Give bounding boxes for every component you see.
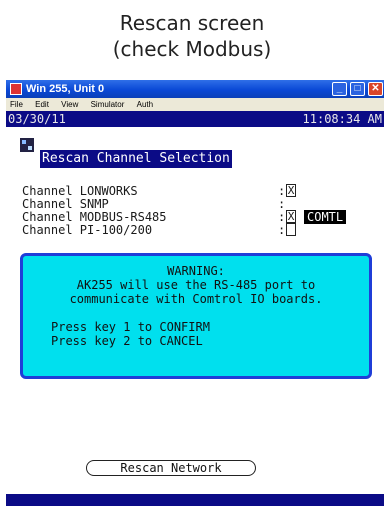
channel-checkbox[interactable]: X [286, 210, 296, 223]
channel-row-snmp: Channel SNMP : [22, 197, 362, 211]
channel-row-pi: Channel PI-100/200 : [22, 223, 362, 237]
confirm-instruction: Press key 1 to CONFIRM [51, 320, 210, 334]
warning-text-line1: AK255 will use the RS-485 port to [76, 278, 316, 292]
cancel-instruction: Press key 2 to CANCEL [51, 334, 203, 348]
warning-title: WARNING: [167, 264, 225, 278]
app-icon [10, 83, 22, 95]
menu-simulator[interactable]: Simulator [91, 98, 125, 111]
close-icon[interactable]: ✕ [368, 82, 383, 96]
network-icon [20, 138, 34, 152]
warning-text-line2: communicate with Comtrol IO boards. [69, 292, 323, 306]
title-bar[interactable]: Win 255, Unit 0 _ □ ✕ [6, 80, 384, 98]
menu-edit[interactable]: Edit [35, 98, 49, 111]
separator: : [278, 197, 286, 211]
menu-file[interactable]: File [10, 98, 23, 111]
channel-checkbox[interactable] [286, 223, 296, 236]
protocol-field[interactable]: COMTL [304, 210, 347, 224]
maximize-icon[interactable]: □ [350, 82, 365, 96]
status-bar [6, 494, 384, 506]
separator: : [278, 223, 286, 237]
caption-title: Rescan screen [119, 11, 265, 35]
time-display: 11:08:34 AM [302, 112, 382, 126]
warning-dialog: WARNING: AK255 will use the RS-485 port … [20, 253, 372, 379]
caption-subtitle: (check Modbus) [112, 37, 272, 61]
window-title: Win 255, Unit 0 [26, 83, 105, 95]
menu-bar: File Edit View Simulator Auth [6, 98, 384, 111]
channel-label: Channel MODBUS-RS485 [22, 210, 167, 224]
menu-view[interactable]: View [61, 98, 78, 111]
page-title: Rescan Channel Selection [40, 150, 232, 168]
channel-label: Channel LONWORKS [22, 184, 138, 198]
channel-label: Channel SNMP [22, 197, 109, 211]
separator: : [278, 210, 286, 224]
app-window: Win 255, Unit 0 _ □ ✕ File Edit View Sim… [6, 80, 384, 506]
channel-row-lonworks: Channel LONWORKS : X [22, 184, 362, 198]
minimize-icon[interactable]: _ [332, 82, 347, 96]
channel-checkbox[interactable]: X [286, 184, 296, 197]
menu-auth[interactable]: Auth [137, 98, 153, 111]
separator: : [278, 184, 286, 198]
date-display: 03/30/11 [8, 112, 66, 126]
channel-label: Channel PI-100/200 [22, 223, 153, 237]
channel-row-modbus: Channel MODBUS-RS485 : X COMTL [22, 210, 362, 224]
rescan-network-button[interactable]: Rescan Network [86, 460, 256, 476]
date-time-bar: 03/30/11 11:08:34 AM [6, 111, 384, 127]
